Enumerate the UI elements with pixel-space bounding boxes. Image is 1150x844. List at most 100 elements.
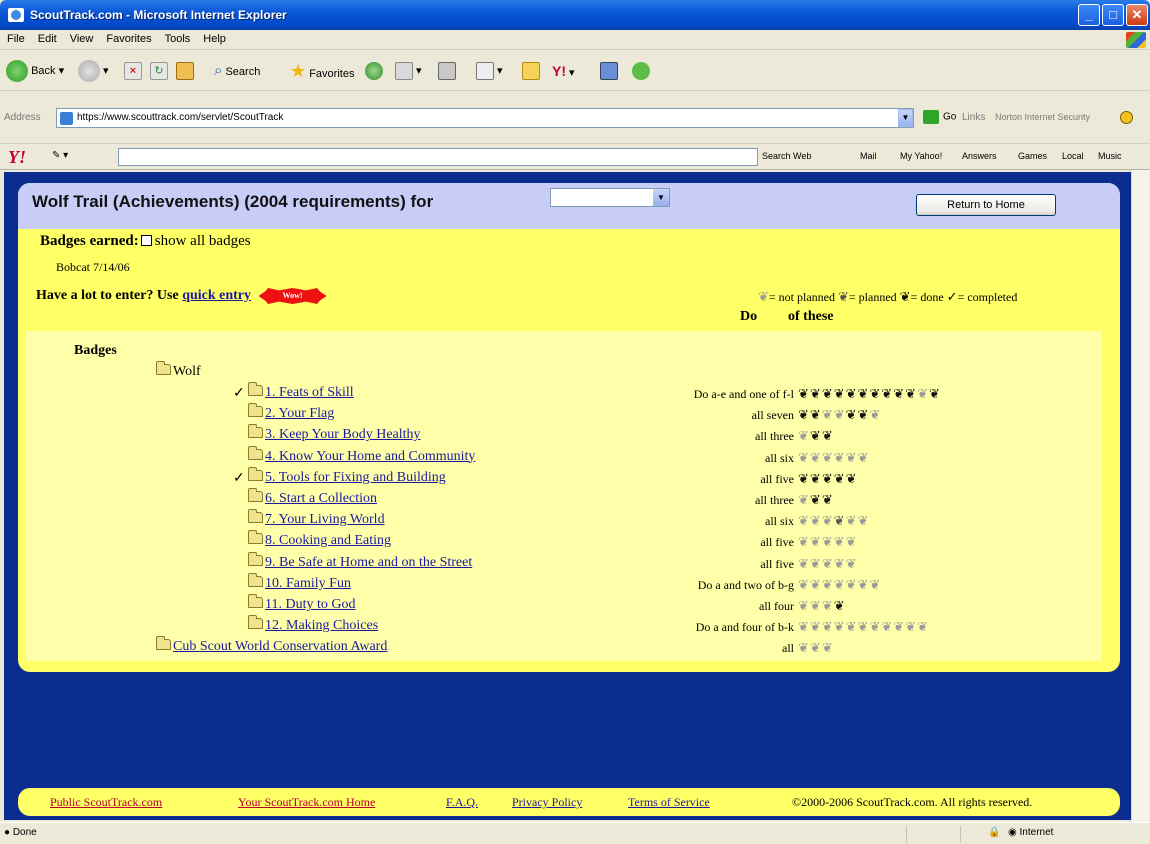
address-dropdown-button[interactable]: ▼ xyxy=(898,109,913,127)
paw-not-planned-icon[interactable]: ❦ xyxy=(846,577,858,592)
paw-not-planned-icon[interactable]: ❦ xyxy=(917,619,929,634)
stop-button[interactable]: × xyxy=(124,59,142,83)
paw-done-icon[interactable]: ❦ xyxy=(822,471,834,486)
achievement-link[interactable]: 12. Making Choices xyxy=(265,618,378,633)
discuss-button[interactable] xyxy=(522,59,540,83)
paw-not-planned-icon[interactable]: ❦ xyxy=(810,598,822,613)
paw-not-planned-icon[interactable]: ❦ xyxy=(869,619,881,634)
paw-not-planned-icon[interactable]: ❦ xyxy=(869,407,881,422)
print-button[interactable] xyxy=(438,59,456,83)
paw-done-icon[interactable]: ❦ xyxy=(798,386,810,401)
minimize-button[interactable]: _ xyxy=(1078,4,1100,26)
achievement-link[interactable]: 5. Tools for Fixing and Building xyxy=(265,470,446,485)
paw-not-planned-icon[interactable]: ❦ xyxy=(834,556,846,571)
paw-not-planned-icon[interactable]: ❦ xyxy=(798,534,810,549)
paw-not-planned-icon[interactable]: ❦ xyxy=(798,598,810,613)
paw-not-planned-icon[interactable]: ❦ xyxy=(810,534,822,549)
paw-not-planned-icon[interactable]: ❦ xyxy=(822,577,834,592)
paw-not-planned-icon[interactable]: ❦ xyxy=(798,450,810,465)
paw-not-planned-icon[interactable]: ❦ xyxy=(822,598,834,613)
footer-privacy-link[interactable]: Privacy Policy xyxy=(512,795,582,810)
yahoo-search-input[interactable] xyxy=(118,148,758,166)
menu-edit[interactable]: Edit xyxy=(31,30,63,45)
paw-not-planned-icon[interactable]: ❦ xyxy=(810,513,822,528)
paw-done-icon[interactable]: ❦ xyxy=(810,386,822,401)
paw-not-planned-icon[interactable]: ❦ xyxy=(798,492,810,507)
favorites-button[interactable]: ★ Favorites xyxy=(290,59,354,83)
yahoo-mail-button[interactable]: Mail xyxy=(860,151,877,161)
achievement-link[interactable]: 10. Family Fun xyxy=(265,576,351,591)
paw-not-planned-icon[interactable]: ❦ xyxy=(822,513,834,528)
paw-done-icon[interactable]: ❦ xyxy=(798,407,810,422)
paw-done-icon[interactable]: ❦ xyxy=(869,386,881,401)
paw-not-planned-icon[interactable]: ❦ xyxy=(810,577,822,592)
paw-not-planned-icon[interactable]: ❦ xyxy=(798,619,810,634)
messenger-button[interactable] xyxy=(632,59,650,83)
yahoo-myyahoo-button[interactable]: My Yahoo! xyxy=(900,151,942,161)
paw-not-planned-icon[interactable]: ❦ xyxy=(822,640,834,655)
paw-done-icon[interactable]: ❦ xyxy=(929,386,941,401)
paw-not-planned-icon[interactable]: ❦ xyxy=(858,450,870,465)
quick-entry-link[interactable]: quick entry xyxy=(182,288,251,303)
paw-not-planned-icon[interactable]: ❦ xyxy=(822,450,834,465)
yahoo-answers-button[interactable]: Answers xyxy=(962,151,997,161)
paw-not-planned-icon[interactable]: ❦ xyxy=(869,577,881,592)
paw-done-icon[interactable]: ❦ xyxy=(834,598,846,613)
paw-done-icon[interactable]: ❦ xyxy=(810,471,822,486)
paw-done-icon[interactable]: ❦ xyxy=(846,471,858,486)
achievement-link[interactable]: 2. Your Flag xyxy=(265,406,334,421)
achievement-link[interactable]: 1. Feats of Skill xyxy=(265,385,354,400)
maximize-button[interactable]: □ xyxy=(1102,4,1124,26)
paw-done-icon[interactable]: ❦ xyxy=(858,386,870,401)
paw-not-planned-icon[interactable]: ❦ xyxy=(858,619,870,634)
paw-not-planned-icon[interactable]: ❦ xyxy=(846,513,858,528)
conservation-award-link[interactable]: Cub Scout World Conservation Award xyxy=(173,639,387,654)
paw-planned-icon[interactable]: ❦ xyxy=(834,513,846,528)
yahoo-search-web-button[interactable]: Search Web xyxy=(762,151,811,161)
paw-not-planned-icon[interactable]: ❦ xyxy=(798,577,810,592)
yahoo-local-button[interactable]: Local xyxy=(1062,151,1084,161)
paw-done-icon[interactable]: ❦ xyxy=(822,386,834,401)
pencil-icon[interactable]: ✎ ▾ xyxy=(52,150,68,161)
return-home-button[interactable]: Return to Home xyxy=(916,194,1056,216)
footer-public-link[interactable]: Public ScoutTrack.com xyxy=(50,795,162,810)
paw-not-planned-icon[interactable]: ❦ xyxy=(822,556,834,571)
paw-not-planned-icon[interactable]: ❦ xyxy=(810,640,822,655)
yahoo-games-button[interactable]: Games xyxy=(1018,151,1047,161)
paw-done-icon[interactable]: ❦ xyxy=(893,386,905,401)
yahoo-music-button[interactable]: Music xyxy=(1098,151,1122,161)
address-input[interactable]: https://www.scouttrack.com/servlet/Scout… xyxy=(56,108,914,128)
yahoo-logo[interactable]: Y! xyxy=(8,147,26,168)
search-button[interactable]: ⌕ Search xyxy=(214,59,260,83)
paw-not-planned-icon[interactable]: ❦ xyxy=(798,428,810,443)
paw-done-icon[interactable]: ❦ xyxy=(810,492,822,507)
go-button[interactable]: Go xyxy=(923,110,956,124)
paw-not-planned-icon[interactable]: ❦ xyxy=(893,619,905,634)
footer-terms-link[interactable]: Terms of Service xyxy=(628,795,710,810)
paw-not-planned-icon[interactable]: ❦ xyxy=(822,534,834,549)
paw-done-icon[interactable]: ❦ xyxy=(834,386,846,401)
links-button[interactable]: Links xyxy=(962,112,985,123)
close-button[interactable]: ✕ xyxy=(1126,4,1148,26)
achievement-link[interactable]: 9. Be Safe at Home and on the Street xyxy=(265,555,472,570)
vertical-scrollbar[interactable] xyxy=(1131,170,1150,822)
paw-not-planned-icon[interactable]: ❦ xyxy=(834,534,846,549)
paw-done-icon[interactable]: ❦ xyxy=(858,407,870,422)
menu-view[interactable]: View xyxy=(63,30,100,45)
edit-button[interactable]: ▾ xyxy=(476,59,503,83)
paw-not-planned-icon[interactable]: ❦ xyxy=(881,619,893,634)
yahoo-messenger-button[interactable]: Y! ▾ xyxy=(552,59,575,83)
menu-file[interactable]: File xyxy=(0,30,31,45)
paw-not-planned-icon[interactable]: ❦ xyxy=(834,450,846,465)
menu-tools[interactable]: Tools xyxy=(158,30,197,45)
paw-done-icon[interactable]: ❦ xyxy=(822,428,834,443)
paw-not-planned-icon[interactable]: ❦ xyxy=(846,534,858,549)
paw-not-planned-icon[interactable]: ❦ xyxy=(834,407,846,422)
paw-not-planned-icon[interactable]: ❦ xyxy=(834,619,846,634)
paw-not-planned-icon[interactable]: ❦ xyxy=(810,450,822,465)
achievement-link[interactable]: 3. Keep Your Body Healthy xyxy=(265,427,421,442)
paw-done-icon[interactable]: ❦ xyxy=(846,386,858,401)
footer-faq-link[interactable]: F.A.Q. xyxy=(446,795,478,810)
achievement-link[interactable]: 6. Start a Collection xyxy=(265,491,377,506)
paw-not-planned-icon[interactable]: ❦ xyxy=(810,556,822,571)
